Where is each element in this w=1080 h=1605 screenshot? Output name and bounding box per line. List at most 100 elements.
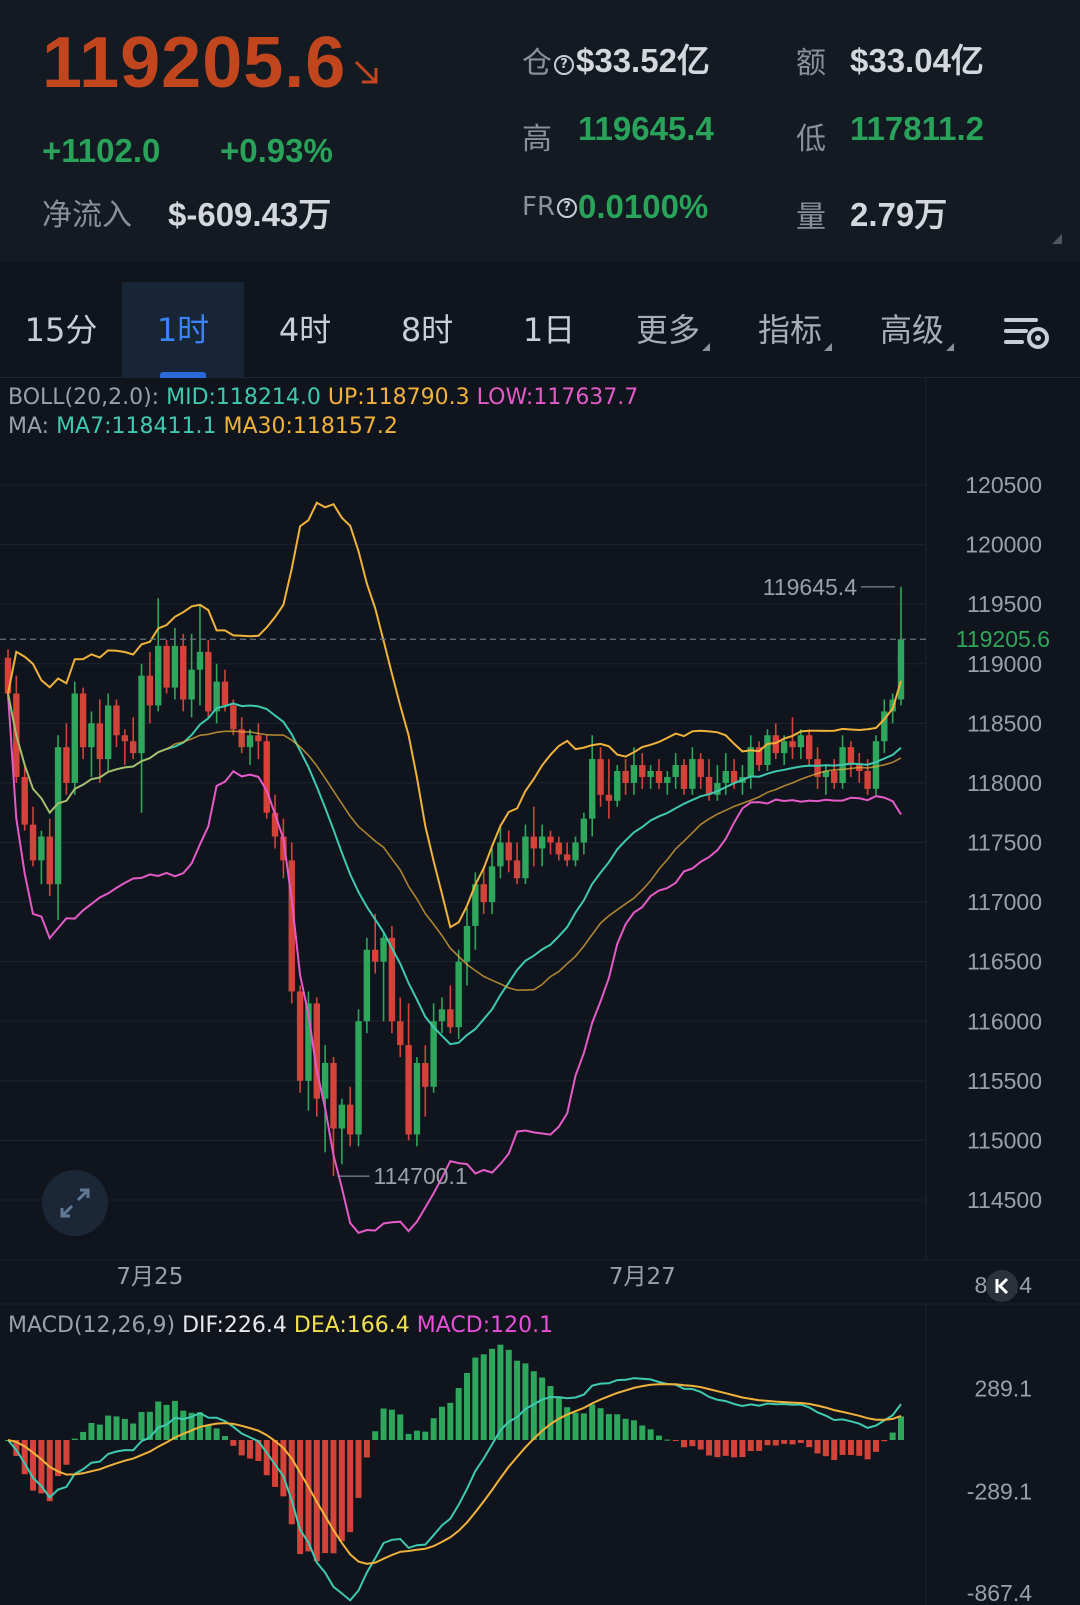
candle-body bbox=[572, 842, 579, 861]
macd-histogram-bar bbox=[814, 1440, 821, 1454]
macd-histogram-bar bbox=[505, 1349, 512, 1440]
macd-histogram-bar bbox=[522, 1363, 529, 1440]
macd-histogram-bar bbox=[706, 1440, 713, 1456]
price-tick-label: 118500 bbox=[967, 710, 1042, 736]
jump-to-latest-button[interactable] bbox=[986, 1270, 1018, 1302]
tab-indicators[interactable]: 指标 bbox=[734, 282, 856, 378]
candle-body bbox=[639, 765, 646, 777]
candle-body bbox=[372, 949, 379, 962]
candle-body bbox=[672, 765, 679, 777]
funding-rate-value: 0.0100% bbox=[578, 188, 709, 225]
candle-body bbox=[113, 705, 120, 736]
macd-histogram-bar bbox=[88, 1423, 95, 1440]
candle-body bbox=[230, 705, 237, 730]
macd-histogram-bar bbox=[213, 1428, 220, 1440]
candle-body bbox=[21, 776, 28, 825]
macd-histogram-bar bbox=[205, 1425, 212, 1440]
macd-histogram-bar bbox=[105, 1415, 112, 1440]
tab-1d[interactable]: 1日 bbox=[488, 282, 610, 378]
candle-body bbox=[79, 693, 87, 748]
macd-histogram-bar bbox=[630, 1420, 637, 1440]
candle-body bbox=[797, 735, 805, 748]
price-tick-label: 114500 bbox=[967, 1187, 1042, 1213]
candle-body bbox=[589, 759, 596, 819]
macd-histogram-bar bbox=[355, 1440, 362, 1498]
candle-body bbox=[455, 961, 462, 1028]
macd-histogram-bar bbox=[681, 1440, 688, 1448]
price-tick-label: 120500 bbox=[965, 472, 1042, 498]
down-arrow-icon bbox=[354, 60, 378, 84]
candle-body bbox=[513, 860, 521, 879]
candle-body bbox=[355, 1021, 362, 1135]
macd-histogram-bar bbox=[622, 1418, 629, 1440]
macd-histogram-bar bbox=[80, 1431, 87, 1440]
macd-histogram-bar bbox=[472, 1357, 479, 1440]
tab-4h[interactable]: 4时 bbox=[244, 282, 366, 378]
turnover-value: $33.04亿 bbox=[850, 42, 984, 79]
candle-body bbox=[447, 1009, 454, 1028]
macd-histogram-bar bbox=[831, 1440, 838, 1460]
chart-settings-icon[interactable] bbox=[1000, 312, 1052, 352]
candle-body bbox=[497, 842, 504, 867]
turnover-label: 额 bbox=[796, 46, 826, 81]
macd-histogram-bar bbox=[664, 1439, 671, 1441]
macd-histogram-bar bbox=[614, 1414, 621, 1440]
macd-histogram-bar bbox=[781, 1440, 788, 1444]
macd-histogram-bar bbox=[597, 1408, 604, 1440]
macd-histogram-bar bbox=[96, 1424, 103, 1440]
macd-tick-label: 289.1 bbox=[974, 1375, 1032, 1401]
candle-body bbox=[96, 723, 104, 760]
macd-histogram-bar bbox=[564, 1407, 571, 1440]
candle-body bbox=[346, 1104, 354, 1135]
tab-8h[interactable]: 8时 bbox=[366, 282, 488, 378]
high-value: 119645.4 bbox=[578, 110, 714, 147]
open-interest-label: 仓? bbox=[522, 38, 576, 82]
macd-histogram-bar bbox=[797, 1440, 804, 1443]
netflow-value: $-609.43万 bbox=[168, 196, 332, 233]
candle-body bbox=[789, 741, 796, 748]
candle-body bbox=[580, 818, 588, 843]
help-icon[interactable]: ? bbox=[554, 54, 574, 75]
candle-body bbox=[864, 771, 871, 789]
macd-histogram-bar bbox=[130, 1423, 137, 1440]
candle-body bbox=[655, 771, 663, 783]
macd-histogram-bar bbox=[639, 1425, 646, 1440]
macd-histogram-bar bbox=[138, 1412, 145, 1440]
macd-histogram-bar bbox=[388, 1409, 395, 1440]
candle-body bbox=[664, 776, 671, 783]
macd-histogram-bar bbox=[430, 1418, 437, 1440]
tab-more[interactable]: 更多 bbox=[612, 282, 734, 378]
macd-histogram-bar bbox=[230, 1440, 237, 1446]
macd-histogram-bar bbox=[155, 1401, 162, 1440]
macd-histogram-bar bbox=[764, 1440, 771, 1446]
candle-body bbox=[104, 705, 112, 760]
macd-histogram-bar bbox=[881, 1440, 888, 1442]
macd-histogram-bar bbox=[221, 1436, 228, 1440]
macd-histogram-bar bbox=[121, 1418, 128, 1440]
candle-body bbox=[747, 747, 754, 777]
macd-histogram-bar bbox=[422, 1431, 429, 1440]
volume-value: 2.79万 bbox=[850, 196, 948, 233]
candle-body bbox=[697, 759, 704, 777]
candle-body bbox=[88, 723, 95, 748]
tab-15m[interactable]: 15分 bbox=[0, 282, 122, 378]
collapse-handle-icon[interactable] bbox=[1052, 234, 1062, 244]
macd-histogram-bar bbox=[288, 1440, 295, 1525]
candle-body bbox=[689, 759, 696, 789]
expand-chart-button[interactable] bbox=[42, 1170, 108, 1236]
macd-histogram-bar bbox=[372, 1431, 379, 1440]
macd-histogram-bar bbox=[405, 1433, 412, 1440]
macd-histogram-bar bbox=[856, 1440, 863, 1456]
tab-1h[interactable]: 1时 bbox=[122, 282, 244, 378]
tab-advanced[interactable]: 高级 bbox=[856, 282, 978, 378]
price-tick-label: 117000 bbox=[967, 889, 1042, 915]
candle-body bbox=[547, 836, 554, 843]
help-icon[interactable]: ? bbox=[557, 197, 578, 218]
candle-body bbox=[246, 735, 254, 748]
macd-histogram-bar bbox=[363, 1440, 370, 1458]
date-label: 7月25 bbox=[116, 1264, 183, 1290]
jump-end-icon bbox=[995, 1277, 1009, 1295]
price-tick-label: 119000 bbox=[967, 651, 1042, 677]
last-price: 119205.6 bbox=[42, 23, 347, 103]
kline-chart[interactable]: 120500 120000 119500 119000 118500 118000 1175… bbox=[0, 378, 1080, 1605]
